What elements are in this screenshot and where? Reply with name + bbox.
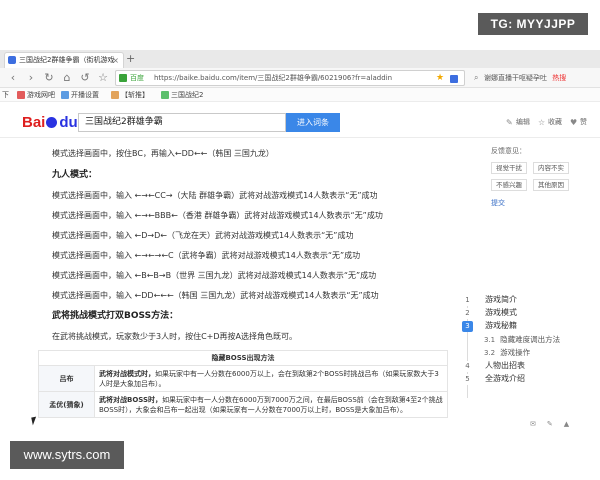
paw-icon (46, 117, 58, 128)
article-line: 模式选择画面中，输入 ←DD←←←（韩国 三国九龙）武将对战游戏模式14人数表示… (52, 291, 379, 300)
search-hint: 谢娜直播干呕疑孕吐 (484, 74, 547, 82)
table-row: 吕布 武将对战模式时，如果玩家中有一人分数在6000万以上，会在到敌第2个BOS… (38, 365, 448, 392)
article-line: 模式选择画面中，输入 ←→←BBB←（香港 群雄争霸）武将对战游戏模式14人数表… (52, 211, 383, 220)
article-line: 模式选择画面中，输入 ←→←CC→（大陆 群雄争霸）武将对战游戏模式14人数表示… (52, 191, 378, 200)
browser-toolbar: ‹ › ↻ ⌂ ↺ ☆ 百度 https://baike.baidu.com/i… (0, 68, 600, 88)
feedback-option[interactable]: 视觉干扰 (491, 162, 527, 174)
bookmark-item[interactable]: 【斩推】 (110, 89, 149, 101)
favorite-star-icon[interactable]: ★ (436, 72, 444, 85)
article-line: 模式选择画面中，输入 ←D→D←（飞龙在天）武将对战游戏模式14人数表示“无”成… (52, 231, 354, 240)
bookmark-item[interactable]: 下 (2, 89, 9, 101)
bookmark-star-button[interactable]: ☆ (96, 71, 110, 85)
browser-tab[interactable]: 三国战纪2群雄争霸（街机游戏 × (4, 52, 124, 68)
article-line: 在武将挑战模式，玩家数少于3人时，按住C+D再按A选择角色既可。 (52, 332, 298, 341)
article-line: 模式选择画面中，输入 ←B←B→B（世界 三国九龙）武将对战游戏模式14人数表示… (52, 271, 377, 280)
favorite-link[interactable]: ☆ 收藏 (538, 116, 562, 128)
bookmark-icon (161, 91, 169, 99)
feedback-option[interactable]: 内容不实 (533, 162, 569, 174)
table-title: 隐藏BOSS出现方法 (38, 350, 448, 366)
boss-method: 武将对战BOSS时，如果玩家中有一人分数在6000万到7000万之间，在最后BO… (94, 391, 448, 418)
tab-strip: 三国战纪2群雄争霸（街机游戏 × + (0, 50, 600, 68)
boss-name: 孟优(猜象) (38, 391, 95, 418)
top-icon[interactable]: ▲ (564, 420, 569, 428)
hot-search-label[interactable]: 热搜 (552, 74, 566, 82)
watermark-top: TG: MYYJJPP (478, 13, 588, 35)
table-of-contents: 1 游戏简介 2 游戏模式 3 游戏秘籍 3.1 隐藏难度调出方法 3.2 游戏操作 4人… (462, 294, 600, 404)
feedback-title: 反馈意见： (491, 147, 526, 155)
extension-icon[interactable] (450, 75, 458, 83)
toc-item[interactable]: 4 人物出招表 (462, 360, 525, 372)
address-bar[interactable]: 百度 https://baike.baidu.com/item/三国战纪2群雄争… (115, 70, 465, 86)
lock-icon (119, 74, 127, 82)
page-tools: ✉ ✎ ▲ (530, 420, 580, 428)
section-heading: 武将挑战模式打双BOSS方法： (52, 311, 179, 321)
like-link[interactable]: ♥ 赞 (570, 116, 587, 128)
toc-subitem[interactable]: 3.2 游戏操作 (484, 347, 530, 359)
toc-item[interactable]: 5 全游戏介绍 (462, 373, 525, 385)
close-tab-icon[interactable]: × (112, 53, 119, 68)
tab-title: 三国战纪2群雄争霸（街机游戏 (19, 56, 115, 64)
section-heading: 九人模式： (52, 170, 98, 180)
boss-method: 武将对战模式时，如果玩家中有一人分数在6000万以上，会在到敌第2个BOSS时挑… (94, 365, 448, 392)
undo-button[interactable]: ↺ (78, 71, 92, 85)
comment-icon[interactable]: ✎ (547, 420, 553, 428)
article-line: 模式选择画面中，输入 ←→←→←C（武将争霸）武将对战游戏模式14人数表示“无”… (52, 251, 361, 260)
toc-item[interactable]: 1 游戏简介 (462, 294, 517, 306)
new-tab-button[interactable]: + (126, 53, 135, 65)
reload-button[interactable]: ↻ (42, 71, 56, 85)
watermark-bottom: www.sytrs.com (10, 441, 124, 469)
bookmark-icon (111, 91, 119, 99)
baidu-favicon-icon (8, 56, 16, 64)
search-icon: ⌕ (474, 73, 479, 82)
pencil-icon: ✎ (506, 118, 513, 127)
feedback-option[interactable]: 不感兴趣 (491, 179, 527, 191)
bookmarks-bar: 下 游戏网吧 开播设置 【斩推】 三国战纪2 (0, 88, 600, 102)
forward-button[interactable]: › (24, 71, 38, 85)
home-button[interactable]: ⌂ (60, 71, 74, 85)
article-body: 模式选择画面中，按住BC，再输入←DD←←（韩国 三国九龙） 九人模式： 模式选… (0, 138, 470, 428)
bookmark-icon (61, 91, 69, 99)
baike-header: Baidu百科 三国战纪2群雄争霸 进入词条 ✎编辑 ☆收藏 ♥赞 (0, 104, 600, 138)
browser-search-box[interactable]: ⌕ 谢娜直播干呕疑孕吐 热搜 (472, 70, 592, 86)
star-icon: ☆ (538, 118, 546, 127)
bookmark-icon (17, 91, 25, 99)
table-row: 孟优(猜象) 武将对战BOSS时，如果玩家中有一人分数在6000万到7000万之… (38, 391, 448, 418)
thumbs-up-icon: ♥ (570, 118, 578, 127)
enter-entry-button[interactable]: 进入词条 (286, 113, 340, 132)
secure-label: 百度 (130, 74, 144, 82)
boss-name: 吕布 (38, 365, 95, 392)
bookmark-item[interactable]: 游戏网吧 (16, 89, 55, 101)
edit-link[interactable]: ✎ 编辑 (506, 116, 530, 128)
bookmark-item[interactable]: 开播设置 (60, 89, 99, 101)
back-button[interactable]: ‹ (6, 71, 20, 85)
toc-item[interactable]: 2 游戏模式 (462, 307, 517, 319)
article-line: 模式选择画面中，按住BC，再输入←DD←←（韩国 三国九龙） (52, 149, 274, 158)
hidden-boss-table: 隐藏BOSS出现方法 吕布 武将对战模式时，如果玩家中有一人分数在6000万以上… (38, 350, 448, 418)
feedback-panel: 反馈意见： 视觉干扰 内容不实 不感兴趣 其他原因 提交 (483, 146, 573, 208)
toc-item-active[interactable]: 3 游戏秘籍 (462, 320, 517, 332)
url-text[interactable]: https://baike.baidu.com/item/三国战纪2群雄争霸/6… (154, 72, 392, 85)
share-icon[interactable]: ✉ (530, 420, 536, 428)
feedback-option[interactable]: 其他原因 (533, 179, 569, 191)
baike-search-input[interactable]: 三国战纪2群雄争霸 (78, 113, 286, 132)
feedback-submit-link[interactable]: 提交 (491, 198, 505, 208)
toc-subitem[interactable]: 3.1 隐藏难度调出方法 (484, 334, 560, 346)
bookmark-item[interactable]: 三国战纪2 (160, 89, 203, 101)
